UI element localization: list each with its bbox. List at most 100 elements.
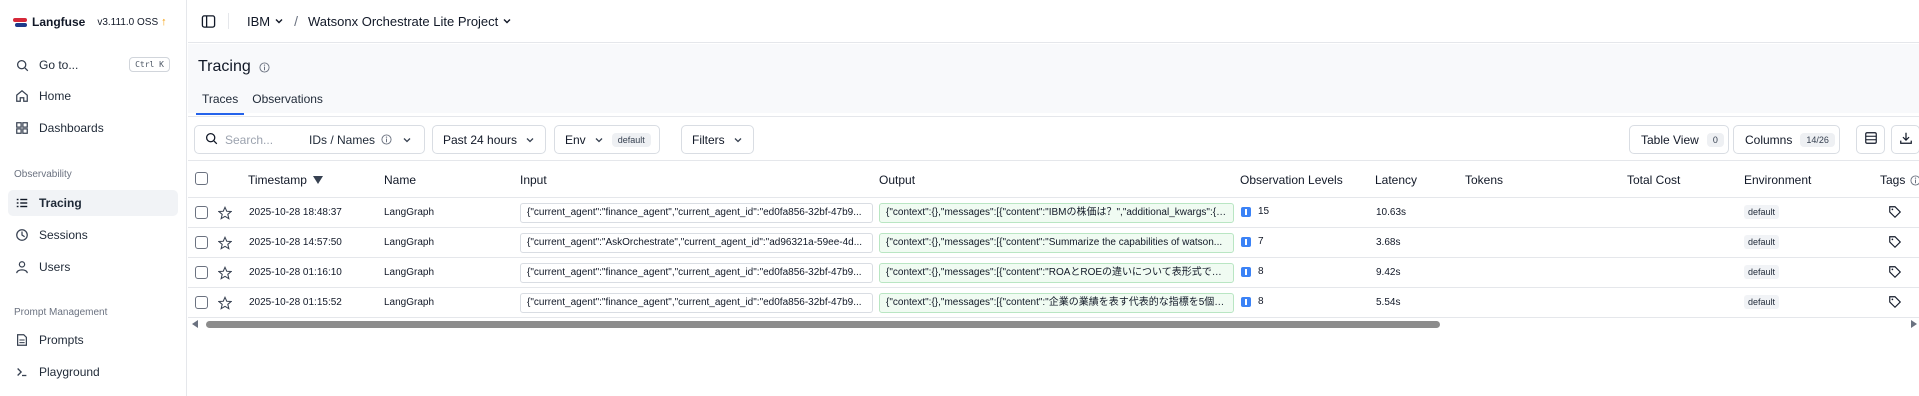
- table-row[interactable]: 2025-10-28 01:15:52 LangGraph {"current_…: [188, 288, 1919, 318]
- sidebar-item-home[interactable]: Home: [8, 83, 178, 109]
- info-icon[interactable]: [1910, 174, 1919, 186]
- input-cell[interactable]: {"current_agent":"finance_agent","curren…: [520, 293, 873, 313]
- column-observation-levels[interactable]: Observation Levels: [1240, 173, 1343, 187]
- download-icon: [1899, 131, 1913, 148]
- chevron-down-icon: [274, 16, 284, 26]
- tag-icon[interactable]: [1888, 235, 1902, 249]
- search-icon: [14, 57, 30, 73]
- brand[interactable]: Langfuse v3.111.0 OSS ↑: [13, 14, 167, 30]
- environment-badge: default: [1744, 205, 1780, 219]
- row-checkbox[interactable]: [195, 266, 208, 279]
- input-cell[interactable]: {"current_agent":"AskOrchestrate","curre…: [520, 233, 873, 253]
- timestamp-cell: 2025-10-28 18:48:37: [249, 207, 342, 218]
- name-cell: LangGraph: [384, 297, 435, 308]
- download-button[interactable]: [1891, 125, 1919, 154]
- column-name[interactable]: Name: [384, 173, 416, 187]
- star-icon[interactable]: [217, 266, 233, 280]
- column-output[interactable]: Output: [879, 173, 915, 187]
- observation-levels-cell: 15: [1241, 206, 1269, 217]
- tag-icon[interactable]: [1888, 295, 1902, 309]
- environment-filter[interactable]: Env default: [554, 125, 660, 154]
- table-view-button[interactable]: Table View 0: [1629, 125, 1729, 154]
- output-cell[interactable]: {"context":{},"messages":[{"content":"企業…: [879, 293, 1234, 313]
- column-latency[interactable]: Latency: [1375, 173, 1417, 187]
- sidebar-item-label: Playground: [39, 365, 100, 379]
- observation-levels-cell: 7: [1241, 236, 1264, 247]
- sidebar-item-label: Sessions: [39, 228, 88, 242]
- sidebar-item-label: Users: [39, 260, 71, 274]
- columns-label: Columns: [1745, 132, 1793, 147]
- column-timestamp[interactable]: Timestamp: [248, 173, 323, 187]
- star-icon[interactable]: [217, 236, 233, 250]
- page-title: Tracing: [198, 58, 270, 76]
- info-level-icon: [1241, 236, 1251, 247]
- arrow-up-icon[interactable]: ↑: [161, 16, 167, 28]
- levels-count: 15: [1258, 206, 1270, 217]
- users-icon: [14, 259, 30, 275]
- timestamp-cell: 2025-10-28 01:15:52: [249, 297, 342, 308]
- latency-cell: 9.42s: [1376, 267, 1401, 278]
- latency-cell: 3.68s: [1376, 237, 1401, 248]
- timestamp-cell: 2025-10-28 14:57:50: [249, 237, 342, 248]
- select-all-checkbox[interactable]: [195, 172, 208, 185]
- column-input[interactable]: Input: [520, 173, 547, 187]
- tab-traces[interactable]: Traces: [196, 92, 245, 115]
- output-cell[interactable]: {"context":{},"messages":[{"content":"RO…: [879, 263, 1234, 283]
- sidebar-item-sessions[interactable]: Sessions: [8, 222, 178, 248]
- org-selector[interactable]: IBM: [247, 14, 284, 29]
- section-prompt-management: Prompt Management: [14, 307, 108, 318]
- scroll-left-icon[interactable]: [192, 320, 198, 328]
- column-total-cost[interactable]: Total Cost: [1627, 173, 1680, 187]
- column-tokens[interactable]: Tokens: [1465, 173, 1503, 187]
- chevron-down-icon: [502, 16, 512, 26]
- table-row[interactable]: 2025-10-28 18:48:37 LangGraph {"current_…: [188, 198, 1919, 228]
- sidebar-item-label: Dashboards: [39, 121, 104, 135]
- chevron-down-icon[interactable]: [402, 135, 412, 145]
- levels-count: 7: [1258, 236, 1264, 247]
- horizontal-scrollbar[interactable]: [188, 318, 1919, 330]
- sidebar-item-dashboards[interactable]: Dashboards: [8, 115, 178, 141]
- row-height-button[interactable]: [1856, 125, 1885, 154]
- search-box[interactable]: IDs / Names: [194, 125, 425, 154]
- star-icon[interactable]: [217, 206, 233, 220]
- table-row[interactable]: 2025-10-28 14:57:50 LangGraph {"current_…: [188, 228, 1919, 258]
- sidebar-item-tracing[interactable]: Tracing: [8, 190, 178, 216]
- tag-icon[interactable]: [1888, 265, 1902, 279]
- goto-button[interactable]: Go to... Ctrl K: [8, 52, 178, 78]
- columns-button[interactable]: Columns 14/26: [1733, 125, 1840, 154]
- column-environment[interactable]: Environment: [1744, 173, 1811, 187]
- star-icon[interactable]: [217, 296, 233, 310]
- output-cell[interactable]: {"context":{},"messages":[{"content":"Su…: [879, 233, 1234, 253]
- scrollbar-thumb[interactable]: [206, 321, 1440, 328]
- row-checkbox[interactable]: [195, 206, 208, 219]
- row-checkbox[interactable]: [195, 236, 208, 249]
- input-cell[interactable]: {"current_agent":"finance_agent","curren…: [520, 203, 873, 223]
- sidebar-item-prompts[interactable]: Prompts: [8, 327, 178, 353]
- info-icon[interactable]: [259, 61, 270, 73]
- info-icon[interactable]: [381, 134, 392, 145]
- sidebar-item-playground[interactable]: Playground: [8, 359, 178, 385]
- column-tags[interactable]: Tags: [1880, 173, 1919, 187]
- filters-button[interactable]: Filters: [681, 125, 754, 154]
- version-label: v3.111.0 OSS: [97, 16, 159, 28]
- project-selector[interactable]: Watsonx Orchestrate Lite Project: [308, 14, 512, 29]
- langfuse-logo-icon: [13, 17, 27, 27]
- tab-observations[interactable]: Observations: [246, 92, 329, 112]
- latency-cell: 10.63s: [1376, 207, 1407, 218]
- time-range-select[interactable]: Past 24 hours: [432, 125, 547, 154]
- row-checkbox[interactable]: [195, 296, 208, 309]
- table-row[interactable]: 2025-10-28 01:16:10 LangGraph {"current_…: [188, 258, 1919, 288]
- sidebar-item-users[interactable]: Users: [8, 254, 178, 280]
- rows-icon: [1864, 131, 1878, 148]
- tag-icon[interactable]: [1888, 205, 1902, 219]
- file-icon: [14, 332, 30, 348]
- input-cell[interactable]: {"current_agent":"finance_agent","curren…: [520, 263, 873, 283]
- sidebar-toggle-icon[interactable]: [200, 13, 216, 29]
- page-title-text: Tracing: [198, 58, 251, 75]
- search-mode-label[interactable]: IDs / Names: [309, 133, 375, 147]
- timestamp-cell: 2025-10-28 01:16:10: [249, 267, 342, 278]
- search-icon: [205, 132, 218, 148]
- output-cell[interactable]: {"context":{},"messages":[{"content":"IB…: [879, 203, 1234, 223]
- scroll-right-icon[interactable]: [1911, 320, 1917, 328]
- search-input[interactable]: [225, 132, 301, 147]
